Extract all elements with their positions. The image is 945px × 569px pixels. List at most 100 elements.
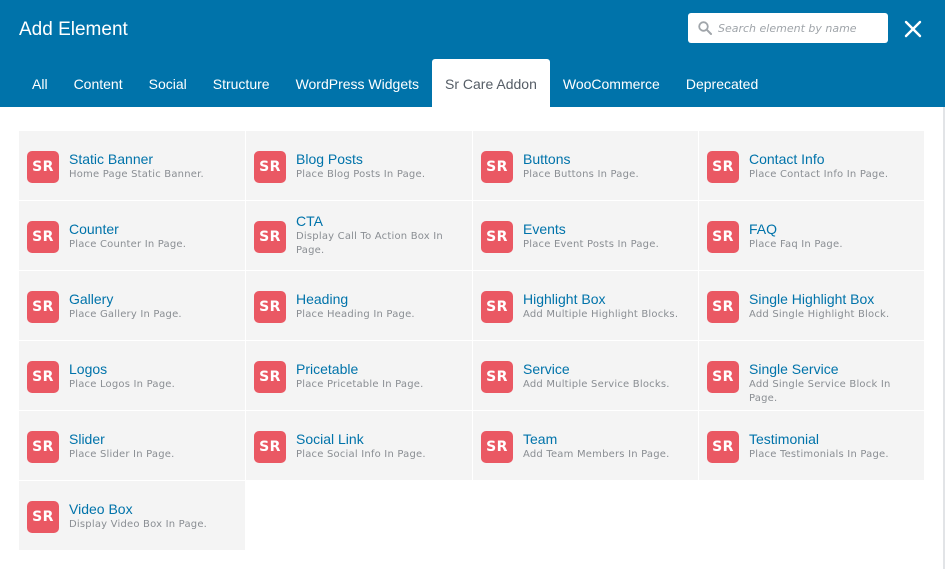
element-text: Slider Place Slider In Page.	[69, 430, 239, 462]
sr-addon-icon: SR	[707, 361, 739, 393]
element-name: Contact Info	[749, 151, 825, 167]
element-text: FAQ Place Faq In Page.	[749, 220, 918, 252]
tab-structure[interactable]: Structure	[200, 59, 283, 107]
element-text: Pricetable Place Pricetable In Page.	[296, 360, 466, 392]
sr-addon-icon: SR	[481, 221, 513, 253]
sr-addon-icon: SR	[27, 291, 59, 323]
element-description: Place Pricetable In Page.	[296, 379, 424, 390]
tab-deprecated[interactable]: Deprecated	[673, 59, 771, 107]
element-text: Single Service Add Single Service Block I…	[749, 360, 918, 406]
element-name: Counter	[69, 221, 119, 237]
element-item-gallery[interactable]: SR Gallery Place Gallery In Page.	[19, 271, 246, 341]
sr-addon-icon: SR	[481, 361, 513, 393]
search-box[interactable]	[688, 13, 888, 43]
element-item-cta[interactable]: SR CTA Display Call To Action Box In Page.	[246, 201, 473, 271]
element-description: Add Multiple Service Blocks.	[523, 379, 670, 390]
element-description: Place Buttons In Page.	[523, 169, 639, 180]
element-item-events[interactable]: SR Events Place Event Posts In Page.	[473, 201, 699, 271]
tab-sr-care-addon[interactable]: Sr Care Addon	[432, 59, 550, 107]
element-item-video-box[interactable]: SR Video Box Display Video Box In Page.	[19, 481, 246, 551]
element-description: Add Single Highlight Block.	[749, 309, 890, 320]
element-item-team[interactable]: SR Team Add Team Members In Page.	[473, 411, 699, 481]
element-item-heading[interactable]: SR Heading Place Heading In Page.	[246, 271, 473, 341]
element-name: Buttons	[523, 151, 571, 167]
element-description: Place Event Posts In Page.	[523, 239, 659, 250]
sr-addon-icon: SR	[27, 221, 59, 253]
element-item-pricetable[interactable]: SR Pricetable Place Pricetable In Page.	[246, 341, 473, 411]
element-text: Testimonial Place Testimonials In Page.	[749, 430, 918, 462]
element-item-single-highlight-box[interactable]: SR Single Highlight Box Add Single Highlig…	[699, 271, 925, 341]
element-description: Place Gallery In Page.	[69, 309, 182, 320]
element-item-highlight-box[interactable]: SR Highlight Box Add Multiple Highlight Bl…	[473, 271, 699, 341]
element-item-counter[interactable]: SR Counter Place Counter In Page.	[19, 201, 246, 271]
sr-addon-icon: SR	[707, 221, 739, 253]
sr-addon-icon: SR	[27, 501, 59, 533]
sr-addon-icon: SR	[481, 291, 513, 323]
element-item-faq[interactable]: SR FAQ Place Faq In Page.	[699, 201, 925, 271]
sr-addon-icon: SR	[27, 151, 59, 183]
element-text: Single Highlight Box Add Single Highlight…	[749, 290, 918, 322]
element-item-contact-info[interactable]: SR Contact Info Place Contact Info In Page…	[699, 131, 925, 201]
element-item-social-link[interactable]: SR Social Link Place Social Info In Page.	[246, 411, 473, 481]
element-description: Place Blog Posts In Page.	[296, 169, 426, 180]
element-item-slider[interactable]: SR Slider Place Slider In Page.	[19, 411, 246, 481]
element-text: Events Place Event Posts In Page.	[523, 220, 692, 252]
sr-addon-icon: SR	[481, 431, 513, 463]
element-name: Highlight Box	[523, 291, 606, 307]
element-name: Service	[523, 361, 570, 377]
element-text: CTA Display Call To Action Box In Page.	[296, 212, 466, 258]
element-description: Place Testimonials In Page.	[749, 449, 889, 460]
element-name: Single Highlight Box	[749, 291, 875, 307]
element-name: Video Box	[69, 501, 133, 517]
close-icon[interactable]	[901, 17, 925, 41]
element-description: Place Social Info In Page.	[296, 449, 426, 460]
element-text: Blog Posts Place Blog Posts In Page.	[296, 150, 466, 182]
element-description: Display Video Box In Page.	[69, 519, 208, 530]
element-description: Add Single Service Block In Page.	[749, 379, 891, 404]
element-item-service[interactable]: SR Service Add Multiple Service Blocks.	[473, 341, 699, 411]
element-text: Service Add Multiple Service Blocks.	[523, 360, 692, 392]
element-name: CTA	[296, 213, 323, 229]
element-description: Add Multiple Highlight Blocks.	[523, 309, 679, 320]
element-description: Display Call To Action Box In Page.	[296, 231, 443, 256]
element-item-buttons[interactable]: SR Buttons Place Buttons In Page.	[473, 131, 699, 201]
element-name: Blog Posts	[296, 151, 363, 167]
element-name: FAQ	[749, 221, 778, 237]
element-item-single-service[interactable]: SR Single Service Add Single Service Block…	[699, 341, 925, 411]
element-description: Place Contact Info In Page.	[749, 169, 889, 180]
element-description: Place Slider In Page.	[69, 449, 175, 460]
element-description: Home Page Static Banner.	[69, 169, 204, 180]
element-item-static-banner[interactable]: SR Static Banner Home Page Static Banner.	[19, 131, 246, 201]
element-text: Gallery Place Gallery In Page.	[69, 290, 239, 322]
element-name: Gallery	[69, 291, 114, 307]
sr-addon-icon: SR	[254, 361, 286, 393]
element-name: Heading	[296, 291, 349, 307]
element-text: Contact Info Place Contact Info In Page.	[749, 150, 918, 182]
element-text: Heading Place Heading In Page.	[296, 290, 466, 322]
element-name: Logos	[69, 361, 108, 377]
category-tabs: All Content Social Structure WordPress Widge…	[19, 59, 771, 107]
modal-header: Add Element AllContentSocialStructureWor…	[0, 0, 945, 107]
sr-addon-icon: SR	[707, 431, 739, 463]
search-input[interactable]	[718, 13, 883, 43]
element-text: Highlight Box Add Multiple Highlight Bloc…	[523, 290, 692, 322]
element-text: Counter Place Counter In Page.	[69, 220, 239, 252]
element-name: Team	[523, 431, 558, 447]
element-item-logos[interactable]: SR Logos Place Logos In Page.	[19, 341, 246, 411]
element-description: Add Team Members In Page.	[523, 449, 670, 460]
element-item-blog-posts[interactable]: SR Blog Posts Place Blog Posts In Page.	[246, 131, 473, 201]
element-text: Buttons Place Buttons In Page.	[523, 150, 692, 182]
element-name: Pricetable	[296, 361, 359, 377]
tab-woocommerce[interactable]: WooCommerce	[550, 59, 673, 107]
tab-social[interactable]: Social	[136, 59, 200, 107]
element-description: Place Faq In Page.	[749, 239, 843, 250]
element-name: Static Banner	[69, 151, 154, 167]
search-icon	[698, 21, 712, 35]
tab-content[interactable]: Content	[61, 59, 136, 107]
tab-all[interactable]: All	[19, 59, 61, 107]
element-text: Static Banner Home Page Static Banner.	[69, 150, 239, 182]
element-item-testimonial[interactable]: SR Testimonial Place Testimonials In Page.	[699, 411, 925, 481]
sr-addon-icon: SR	[481, 151, 513, 183]
tab-wordpress-widgets[interactable]: WordPress Widgets	[283, 59, 432, 107]
element-name: Testimonial	[749, 431, 820, 447]
